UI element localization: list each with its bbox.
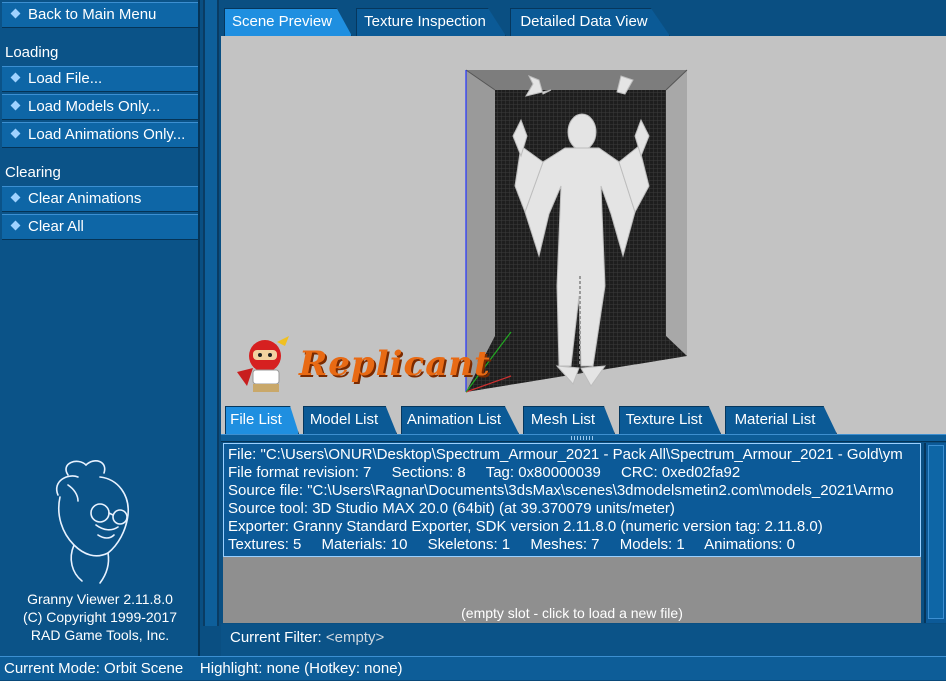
company-credit: RAD Game Tools, Inc.	[30, 627, 170, 643]
load-file-button[interactable]: Load File...	[2, 66, 198, 92]
diamond-bullet-icon	[10, 8, 21, 19]
diamond-bullet-icon	[10, 220, 21, 231]
format-revision: File format revision: 7	[228, 464, 372, 481]
meshes-count: Meshes: 7	[530, 536, 600, 553]
sections-count: Sections: 8	[391, 464, 466, 481]
sidebar: Back to Main Menu Loading Load File... L…	[0, 0, 200, 656]
source-file-line: Source file: "C:\Users\Ragnar\Documents\…	[228, 482, 894, 499]
filter-bar[interactable]: Current Filter: <empty>	[221, 624, 946, 656]
load-file-label: Load File...	[28, 70, 103, 87]
version-credit: Granny Viewer 2.11.8.0	[27, 591, 173, 607]
load-models-only-label: Load Models Only...	[28, 98, 161, 115]
tab-file-list[interactable]: File List	[225, 406, 299, 434]
load-animations-only-label: Load Animations Only...	[28, 126, 186, 143]
animations-count: Animations: 0	[704, 536, 795, 553]
diamond-bullet-icon	[10, 72, 21, 83]
view-tab-bar: Scene Preview Texture Inspection Detaile…	[221, 0, 946, 36]
back-to-main-menu-label: Back to Main Menu	[28, 6, 157, 23]
file-tag: Tag: 0x80000039	[485, 464, 601, 481]
tab-scene-preview[interactable]: Scene Preview	[224, 8, 352, 36]
materials-count: Materials: 10	[321, 536, 408, 553]
granny-viewer-window: Back to Main Menu Loading Load File... L…	[0, 0, 946, 680]
textures-count: Textures: 5	[228, 536, 302, 553]
exporter-line: Exporter: Granny Standard Exporter, SDK …	[228, 518, 823, 535]
clear-animations-label: Clear Animations	[28, 190, 142, 207]
file-info-panel[interactable]: File: "C:\Users\ONUR\Desktop\Spectrum_Ar…	[223, 443, 921, 557]
load-animations-only-button[interactable]: Load Animations Only...	[2, 122, 198, 148]
list-tab-bar: File List Model List Animation List Mesh…	[221, 402, 946, 434]
clearing-heading: Clearing	[5, 164, 61, 181]
tab-texture-list[interactable]: Texture List	[619, 406, 721, 434]
loading-heading: Loading	[5, 44, 59, 61]
source-tool-line: Source tool: 3D Studio MAX 20.0 (64bit) …	[228, 500, 675, 517]
file-list-scrollbar[interactable]	[924, 443, 946, 623]
tab-mesh-list[interactable]: Mesh List	[523, 406, 615, 434]
splitter-grip-icon	[571, 436, 595, 440]
clear-all-button[interactable]: Clear All	[2, 214, 198, 240]
scene-viewport[interactable]: Replicant	[221, 36, 946, 434]
granny-portrait-icon	[55, 460, 129, 584]
vertical-splitter[interactable]	[203, 0, 219, 626]
copyright-credit: (C) Copyright 1999-2017	[22, 609, 178, 625]
horizontal-splitter[interactable]	[221, 434, 946, 442]
diamond-bullet-icon	[10, 100, 21, 111]
filter-value: <empty>	[325, 629, 385, 646]
back-to-main-menu-button[interactable]: Back to Main Menu	[2, 2, 198, 28]
status-bar: Current Mode: Orbit Scene Highlight: non…	[0, 656, 946, 680]
current-mode: Current Mode: Orbit Scene	[4, 660, 184, 677]
clear-all-label: Clear All	[28, 218, 84, 235]
scrollbar-thumb[interactable]	[928, 445, 944, 619]
counts-line: Textures: 5 Materials: 10 Skeletons: 1 M…	[228, 536, 916, 554]
load-models-only-button[interactable]: Load Models Only...	[2, 94, 198, 120]
file-path-line: File: "C:\Users\ONUR\Desktop\Spectrum_Ar…	[228, 446, 903, 463]
highlight-status: Highlight: none (Hotkey: none)	[199, 660, 403, 677]
tab-detailed-data-view[interactable]: Detailed Data View	[510, 8, 670, 36]
replicant-mascot-icon	[237, 336, 289, 392]
diamond-bullet-icon	[10, 192, 21, 203]
file-crc: CRC: 0xed02fa92	[620, 464, 741, 481]
tab-animation-list[interactable]: Animation List	[401, 406, 519, 434]
file-format-line: File format revision: 7 Sections: 8 Tag:…	[228, 464, 916, 482]
empty-slot[interactable]: (empty slot - click to load a new file)	[223, 557, 921, 623]
diamond-bullet-icon	[10, 128, 21, 139]
replicant-logo-text: Replicant	[299, 344, 491, 384]
skeletons-count: Skeletons: 1	[427, 536, 511, 553]
clear-animations-button[interactable]: Clear Animations	[2, 186, 198, 212]
filter-label: Current Filter:	[230, 629, 322, 646]
tab-texture-inspection[interactable]: Texture Inspection	[356, 8, 506, 36]
tab-model-list[interactable]: Model List	[303, 406, 397, 434]
empty-slot-label: (empty slot - click to load a new file)	[461, 605, 683, 621]
tab-material-list[interactable]: Material List	[725, 406, 837, 434]
models-count: Models: 1	[619, 536, 685, 553]
